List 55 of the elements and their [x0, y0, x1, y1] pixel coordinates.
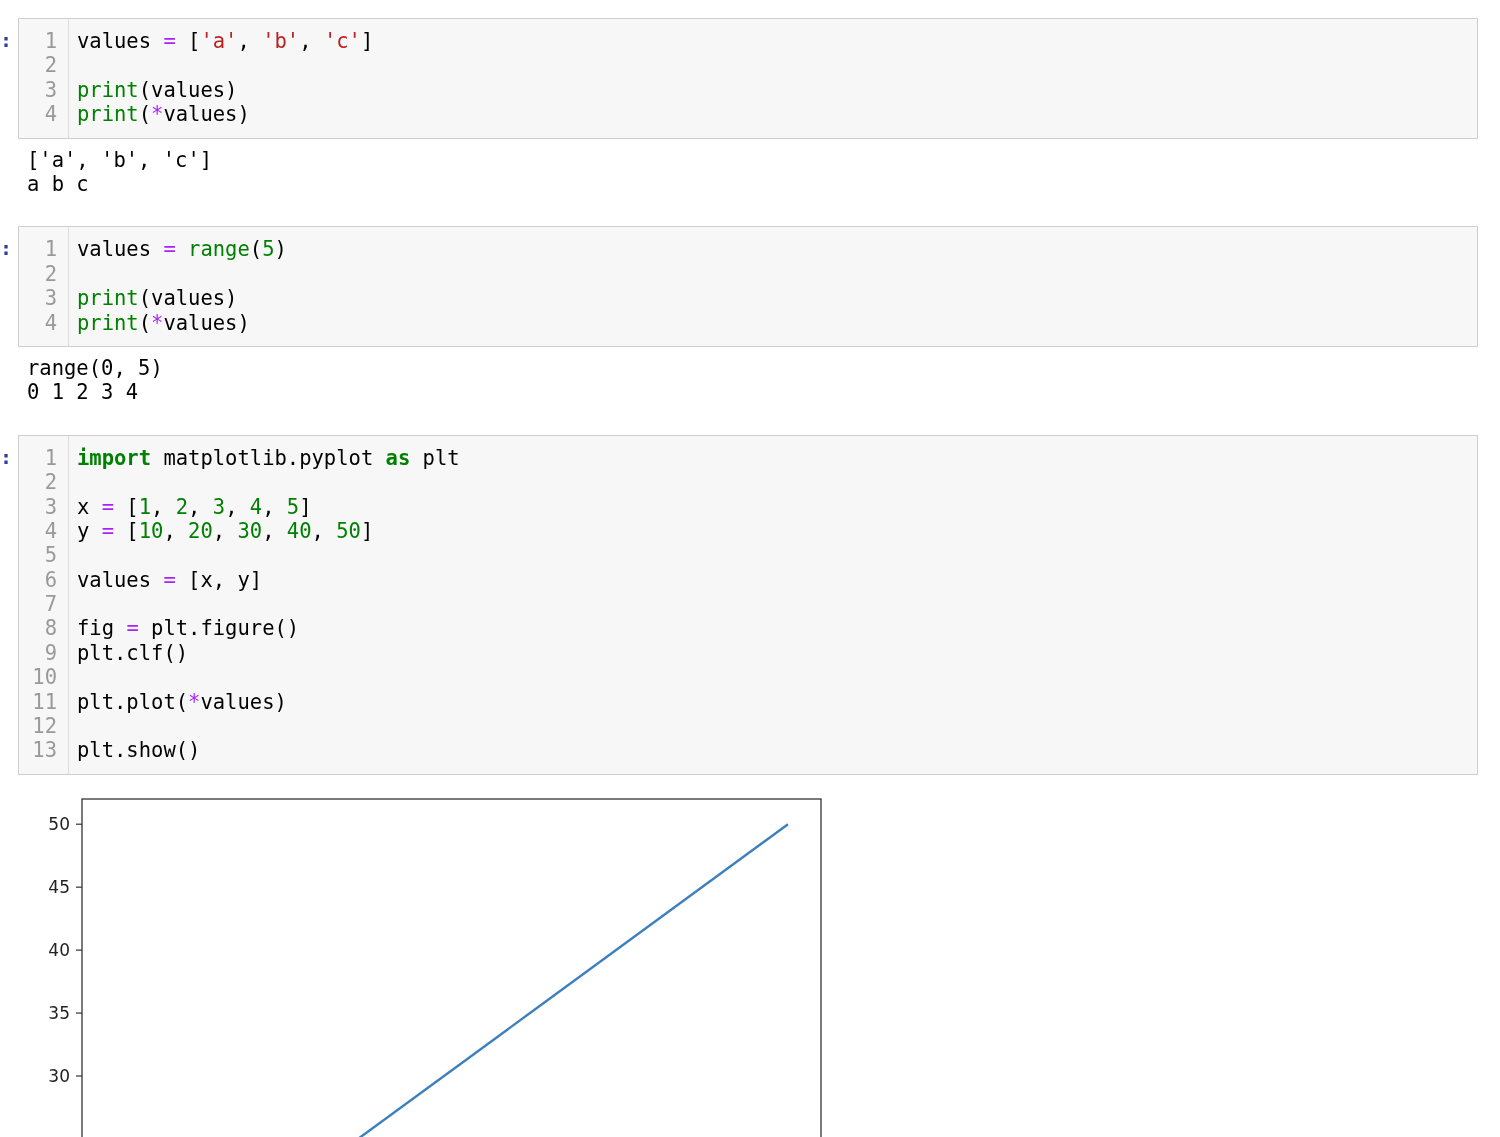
line-number: 5 — [43, 543, 58, 568]
cell-prompt: : — [0, 27, 14, 53]
tick-label: 40 — [48, 939, 70, 960]
tick-label: 45 — [48, 877, 70, 897]
line-number: 6 — [43, 567, 58, 593]
line-number: 2 — [43, 261, 58, 287]
line-number: 2 — [43, 53, 58, 78]
line-number: 8 — [43, 616, 58, 641]
cell-prompt: : — [0, 235, 14, 261]
output-line: ['a', 'b', 'c'] — [27, 147, 213, 172]
tick-mark — [75, 1075, 83, 1077]
code-line: print(values) — [77, 286, 239, 311]
code-line: plt.clf() — [77, 640, 190, 666]
line-number: 12 — [31, 714, 58, 739]
tick-label: 50 — [48, 814, 70, 835]
tick-label: 30 — [48, 1065, 70, 1086]
line-number: 11 — [31, 689, 58, 715]
tick-mark — [75, 949, 83, 951]
line-number: 9 — [43, 640, 58, 666]
line-number: 4 — [43, 518, 58, 544]
code-line: plt.show() — [77, 738, 202, 763]
output-line: a b c — [27, 171, 89, 197]
line-number: 4 — [43, 310, 58, 335]
code-line: print(*values) — [77, 102, 251, 127]
line-number: 13 — [31, 738, 58, 763]
tick-mark — [75, 886, 83, 888]
line-number: 2 — [43, 470, 58, 495]
code-line: print(values) — [77, 77, 239, 103]
line-number: 3 — [43, 77, 58, 103]
line-number: 1 — [43, 29, 58, 54]
line-number: 10 — [31, 665, 58, 690]
tick-label: 35 — [48, 1002, 70, 1023]
line-number: 7 — [43, 592, 58, 617]
code-line: values = range(5) — [77, 237, 287, 262]
output-line: 0 1 2 3 4 — [27, 380, 139, 405]
code-line: fig = plt.figure() — [77, 616, 301, 641]
code-line: x = [1, 2, 3, 4, 5] — [77, 494, 313, 519]
code-line: values = [x, y] — [77, 567, 264, 593]
line-number: 4 — [43, 102, 58, 127]
code-cell[interactable]: 1 2 3 4 values = range(5) print(values) print(*values) — [18, 226, 1478, 347]
code-line: y = [10, 20, 30, 40, 50] — [77, 518, 375, 544]
tick-mark — [75, 823, 83, 825]
code-line: plt.plot(*values) — [77, 689, 288, 715]
code-cell[interactable]: 1 2 3 4 values = ['a', 'b', 'c'] print(values) print(*values) — [18, 18, 1478, 139]
code-cell[interactable]: 1 2 3 4 5 6 7 8 9 10 11 12 13 import matplotlib.pyplot as plt x = [1, 2, 3, 4, 5] y = [10, 20, 30, 40, 50] values = [x, y] fig = plt.figure() plt.clf() plt.plot(*values) plt.show() — [18, 434, 1478, 775]
tick-mark — [75, 1012, 83, 1014]
line-number: 1 — [43, 237, 58, 262]
line-number: 3 — [43, 494, 58, 519]
line-number: 1 — [43, 445, 58, 471]
code-line: values = ['a', 'b', 'c'] — [77, 29, 374, 54]
cell-prompt: : — [0, 443, 14, 470]
line-number: 3 — [43, 286, 58, 311]
code-line: import matplotlib.pyplot as plt — [77, 445, 460, 471]
code-line: print(*values) — [77, 310, 251, 335]
output-line: range(0, 5) — [27, 355, 163, 381]
